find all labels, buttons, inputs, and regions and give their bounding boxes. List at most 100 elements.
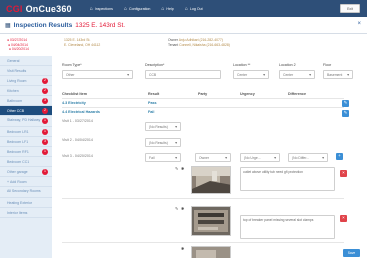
location-select[interactable]: Center ▾ (233, 70, 269, 79)
edit-button[interactable]: ✎ (342, 110, 349, 117)
nav-configuration[interactable]: ⌂ Configuration (124, 6, 150, 12)
sidebar-item-stairway[interactable]: Stairway, PD Hallway 1 (0, 116, 52, 127)
divider (62, 98, 344, 99)
sidebar-item-secondary-rooms[interactable]: All Secondary Rooms (0, 187, 52, 198)
save-button[interactable]: Save (343, 249, 360, 257)
visit-3-result-select[interactable]: Fail ▾ (145, 153, 181, 162)
floor-label: Floor (323, 63, 332, 67)
tenant-value: Connell, Nikaisha (216-663-4828) (179, 42, 230, 47)
sidebar-item-add-room[interactable]: + Add Room (0, 177, 52, 187)
visit-dates: ● 03/27/2014 ● 04/04/2014 ● 04/20/2014 (7, 38, 29, 52)
sidebar-item-bedroom-lr1[interactable]: Bedroom LR1 1 (0, 127, 52, 137)
pencil-icon[interactable]: ✎ (175, 206, 178, 211)
room-type-label: Room Type* (62, 63, 82, 67)
count-badge: 1 (42, 148, 48, 155)
star-icon[interactable]: ✱ (181, 246, 184, 251)
app-logo[interactable]: CGI OnCue360 (6, 4, 72, 14)
page-header: ▦ Inspection Results 1325 E. 143rd St. × (0, 17, 367, 34)
sidebar-item-bedroom-rf1[interactable]: Bedroom RF1 1 (0, 147, 52, 157)
note-field[interactable]: outlet above utility tub need gfi protec… (240, 167, 335, 191)
sidebar-item-interior-items[interactable]: Interior Items (0, 208, 52, 218)
visit-label: Visit 2 - 04/04/2014 (62, 138, 93, 142)
sidebar-item-label: Bathroom (7, 98, 23, 103)
visit-3-party-select[interactable]: Owner ▾ (195, 153, 231, 162)
chevron-down-icon: ▾ (225, 156, 227, 160)
count-badge: 1 (42, 118, 48, 124)
delete-button[interactable]: × (340, 170, 347, 177)
photo-thumbnail[interactable] (191, 166, 231, 194)
photo-thumbnail[interactable] (191, 206, 231, 236)
sidebar-item-other-garage[interactable]: Other garage 1 (0, 167, 52, 177)
chevron-down-icon: ▾ (175, 156, 177, 160)
checklist-item-hazards[interactable]: 4.4 Electrical Hazards (62, 110, 100, 114)
divider (62, 198, 344, 199)
visit-3-difference-select[interactable]: (No Differ... ▾ (288, 153, 328, 162)
count-badge: 2 (42, 87, 48, 94)
sidebar-item-label: Living Room (7, 78, 27, 83)
header-difference: Difference (288, 92, 307, 96)
sidebar-item-label: Other garage (7, 169, 28, 174)
sidebar-item-heating-exterior[interactable]: Heating Exterior (0, 198, 52, 208)
sidebar-item-general[interactable]: General (0, 56, 52, 66)
sidebar-item-label: General (7, 58, 20, 63)
description-label: Description* (145, 63, 165, 67)
visit-label: Visit 3 - 04/20/2014 (62, 154, 93, 158)
top-nav: ⌂ Inspections ⌂ Configuration ⌂ Help ⌂ Log O… (90, 6, 203, 12)
count-badge: 2 (42, 77, 48, 84)
nav-configuration-label: Configuration (128, 6, 151, 11)
sidebar-item-other-ccb[interactable]: Other CCB 2 (0, 106, 52, 116)
floor-select[interactable]: Basement ▾ (323, 70, 353, 79)
owner-label: Owner (168, 38, 178, 42)
count-badge: 1 (42, 168, 48, 175)
star-icon[interactable]: ✱ (181, 166, 184, 171)
close-icon: × (342, 215, 345, 221)
location-label: Location ** (233, 63, 251, 67)
close-icon: × (342, 170, 345, 176)
room-type-select[interactable]: Other ▾ (62, 70, 133, 79)
sidebar-item-visit-results[interactable]: Visit Results (0, 66, 52, 76)
sidebar-item-label: Other CCB (7, 108, 25, 113)
close-icon[interactable]: × (357, 21, 361, 27)
home-icon: ⌂ (184, 5, 188, 12)
logo-prefix: CGI (6, 3, 23, 14)
photo-thumbnail[interactable] (191, 246, 231, 258)
pencil-icon[interactable]: ✎ (175, 166, 178, 171)
chevron-down-icon: ▾ (127, 73, 129, 77)
address-line: E. Cleveland, OH 44112 (64, 42, 101, 47)
add-button[interactable]: + (336, 153, 343, 160)
checklist-item-electricity[interactable]: 4.3 Electricity (62, 101, 86, 105)
visit-3-urgency-select[interactable]: (No Urge... ▾ (240, 153, 280, 162)
logo-name: OnCue360 (25, 3, 72, 14)
count-badge: 3 (42, 97, 48, 104)
edit-button[interactable]: ✎ (342, 100, 349, 107)
sidebar-item-label: Add Room (10, 179, 27, 184)
result-pass: Pass (148, 101, 157, 105)
sidebar-item-label: Stairway, PD Hallway (7, 118, 41, 123)
chevron-down-icon: ▾ (322, 156, 324, 160)
sidebar-item-label: Bedroom LF1 (7, 139, 29, 144)
description-input[interactable]: CCB (145, 70, 221, 79)
star-icon[interactable]: ✱ (181, 206, 184, 211)
sidebar-item-label: Visit Results (7, 68, 27, 73)
nav-help[interactable]: ⌂ Help (161, 6, 173, 12)
sidebar-item-kitchen[interactable]: Kitchen 2 (0, 86, 52, 96)
sidebar-item-living-room[interactable]: Living Room 2 (0, 76, 52, 86)
exit-button[interactable]: Exit (340, 4, 360, 13)
contacts: Owner Anju Adhikari (216-282-4077) Tenan… (168, 38, 230, 47)
tenant-label: Tenant (168, 42, 179, 47)
sidebar-item-bathroom[interactable]: Bathroom 3 (0, 96, 52, 106)
home-icon: ⌂ (161, 5, 165, 12)
property-address: 1325 E. 143rd St. E. Cleveland, OH 44112 (64, 38, 100, 47)
nav-logout[interactable]: ⌂ Log Out (185, 6, 203, 12)
sidebar-item-bedroom-cc1[interactable]: Bedroom CC1 (0, 157, 52, 167)
chevron-down-icon: ▾ (175, 141, 177, 145)
visit-1-result-select[interactable]: (No Results) ▾ (145, 122, 181, 131)
edit-icon: ✎ (343, 100, 348, 106)
note-field[interactable]: top of breaker panel missing several slo… (240, 215, 335, 239)
location-2-select[interactable]: Center ▾ (279, 70, 315, 79)
nav-inspections[interactable]: ⌂ Inspections (90, 6, 113, 12)
visit-date[interactable]: ● 04/20/2014 (7, 47, 29, 52)
delete-button[interactable]: × (340, 215, 347, 222)
visit-2-result-select[interactable]: (No Results) ▾ (145, 138, 181, 147)
sidebar-item-bedroom-lf1[interactable]: Bedroom LF1 3 (0, 137, 52, 147)
